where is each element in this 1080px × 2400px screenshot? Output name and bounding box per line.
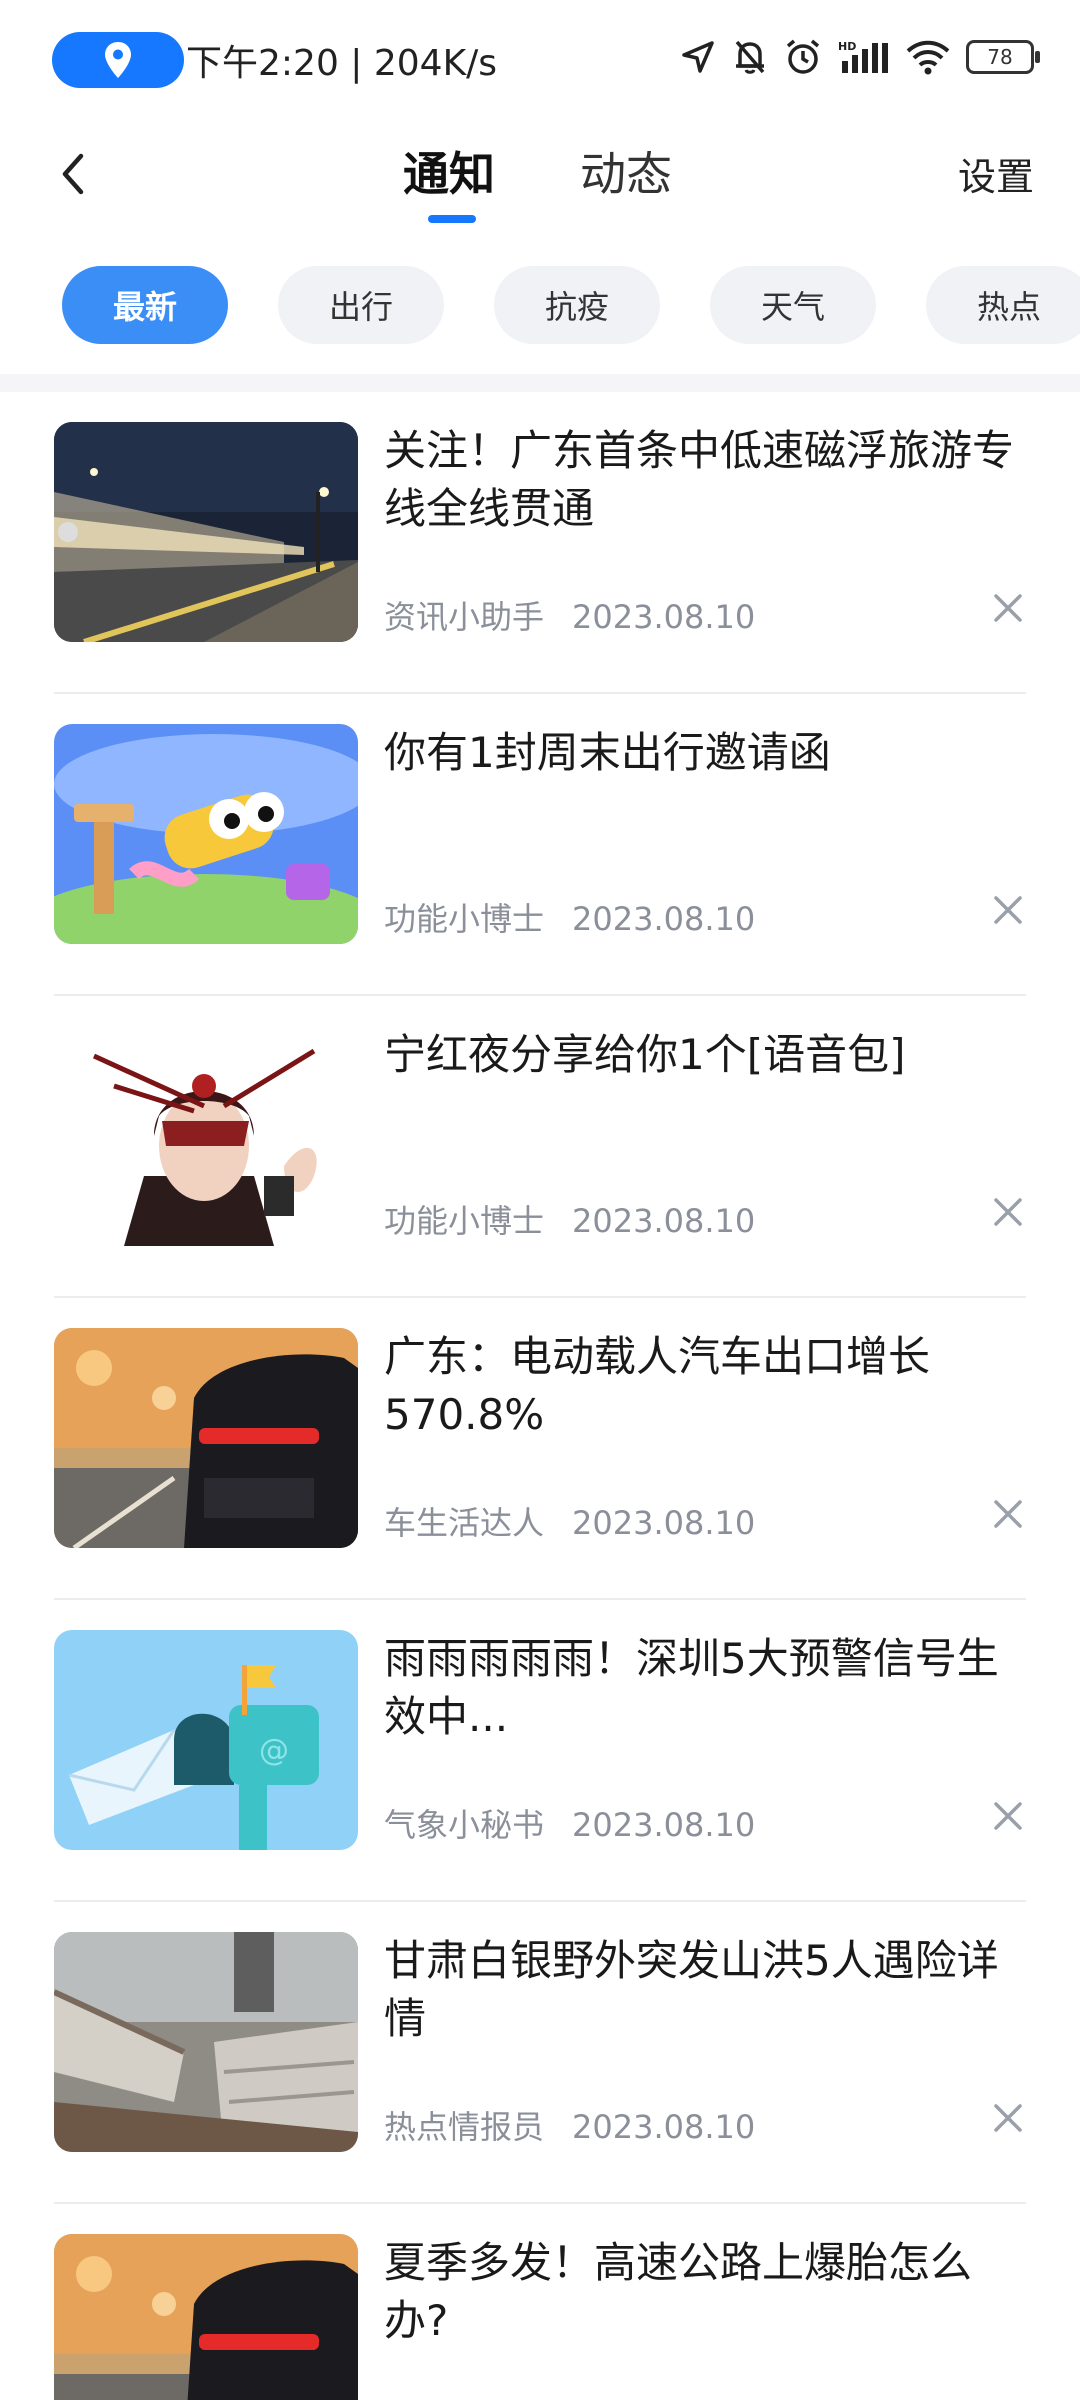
item-source: 车生活达人	[384, 1504, 545, 1542]
item-source: 气象小秘书	[384, 1806, 545, 1844]
item-date: 2023.08.10	[572, 598, 756, 636]
list-item[interactable]: @ 雨雨雨雨雨！深圳5大预警信号生效中... 气象小秘书 2023.08.10	[0, 1600, 1080, 1902]
item-title: 广东：电动载人汽车出口增长570.8%	[384, 1332, 931, 1439]
mailbox-thumbnail: @	[54, 1630, 358, 1850]
list-item[interactable]: 你有1封周末出行邀请函 功能小博士 2023.08.10	[0, 694, 1080, 996]
close-icon[interactable]	[988, 1192, 1028, 1232]
status-icons: HD 78	[680, 38, 1040, 76]
item-meta: 功能小博士 2023.08.10	[384, 1196, 755, 1242]
category-chips: 最新 出行 抗疫 天气 热点	[0, 266, 1080, 346]
battery-icon: 78	[966, 40, 1040, 74]
navigation-arrow-icon	[682, 41, 714, 73]
game-character-thumbnail	[54, 1026, 358, 1246]
item-date: 2023.08.10	[572, 2108, 756, 2146]
list-item[interactable]: 宁红夜分享给你1个[语音包] 功能小博士 2023.08.10	[0, 996, 1080, 1298]
settings-button[interactable]: 设置	[958, 146, 1034, 201]
item-meta: 功能小博士 2023.08.10	[384, 894, 755, 940]
close-icon[interactable]	[988, 588, 1028, 628]
item-title: 宁红夜分享给你1个[语音包]	[384, 1030, 906, 1079]
red-car-thumbnail	[54, 2234, 358, 2400]
wifi-icon	[906, 40, 950, 75]
alarm-icon	[786, 39, 820, 74]
chip-hot[interactable]: 热点	[926, 266, 1080, 344]
tab-updates[interactable]: 动态	[580, 138, 672, 204]
item-date: 2023.08.10	[572, 1806, 756, 1844]
item-title: 你有1封周末出行邀请函	[384, 728, 831, 777]
list-item[interactable]: 夏季多发！高速公路上爆胎怎么办?	[0, 2204, 1080, 2400]
location-icon	[105, 42, 131, 78]
svg-text:HD: HD	[838, 40, 856, 53]
item-source: 资讯小助手	[384, 598, 545, 636]
close-icon[interactable]	[988, 1796, 1028, 1836]
page-header: 通知 动态 设置	[0, 120, 1080, 250]
item-meta: 资讯小助手 2023.08.10	[384, 592, 755, 638]
flood-damage-thumbnail	[54, 1932, 358, 2152]
item-date: 2023.08.10	[572, 1202, 756, 1240]
item-date: 2023.08.10	[572, 900, 756, 938]
status-bar: 下午2:20 | 204K/s HD 78	[0, 0, 1080, 120]
item-date: 2023.08.10	[572, 1504, 756, 1542]
svg-text:@: @	[259, 1733, 289, 1768]
close-icon[interactable]	[988, 1494, 1028, 1534]
red-car-thumbnail	[54, 1328, 358, 1548]
chip-epidemic[interactable]: 抗疫	[494, 266, 660, 344]
item-source: 热点情报员	[384, 2108, 545, 2146]
back-button[interactable]	[44, 144, 104, 204]
hd-signal-icon: HD	[838, 40, 888, 73]
close-icon[interactable]	[988, 2098, 1028, 2138]
item-source: 功能小博士	[384, 900, 545, 938]
train-platform-thumbnail	[54, 422, 358, 642]
chip-travel[interactable]: 出行	[278, 266, 444, 344]
back-arrow-icon	[62, 153, 84, 195]
item-title: 甘肃白银野外突发山洪5人遇险详情	[384, 1936, 999, 2043]
item-title: 夏季多发！高速公路上爆胎怎么办?	[384, 2238, 973, 2345]
list-item[interactable]: 甘肃白银野外突发山洪5人遇险详情 热点情报员 2023.08.10	[0, 1902, 1080, 2204]
chip-weather[interactable]: 天气	[710, 266, 876, 344]
cartoon-telescope-thumbnail	[54, 724, 358, 944]
chip-latest[interactable]: 最新	[62, 266, 228, 344]
item-meta: 热点情报员 2023.08.10	[384, 2102, 755, 2148]
item-title: 关注！广东首条中低速磁浮旅游专线全线贯通	[384, 426, 1015, 533]
item-meta: 气象小秘书 2023.08.10	[384, 1800, 755, 1846]
section-separator	[0, 374, 1080, 392]
item-meta: 车生活达人 2023.08.10	[384, 1498, 755, 1544]
notification-screen: 下午2:20 | 204K/s HD 78 通知 动态 设置 最新 出行 抗疫 …	[0, 0, 1080, 2400]
item-source: 功能小博士	[384, 1202, 545, 1240]
active-tab-indicator	[428, 215, 476, 223]
mute-bell-icon	[735, 40, 765, 74]
notification-list: 关注！广东首条中低速磁浮旅游专线全线贯通 资讯小助手 2023.08.10 你有…	[0, 392, 1080, 2400]
list-item[interactable]: 广东：电动载人汽车出口增长570.8% 车生活达人 2023.08.10	[0, 1298, 1080, 1600]
status-time-speed: 下午2:20 | 204K/s	[186, 43, 498, 84]
list-item[interactable]: 关注！广东首条中低速磁浮旅游专线全线贯通 资讯小助手 2023.08.10	[0, 392, 1080, 694]
tab-notifications[interactable]: 通知	[403, 138, 495, 204]
item-title: 雨雨雨雨雨！深圳5大预警信号生效中...	[384, 1634, 999, 1741]
location-pill[interactable]	[52, 32, 184, 88]
close-icon[interactable]	[988, 890, 1028, 930]
